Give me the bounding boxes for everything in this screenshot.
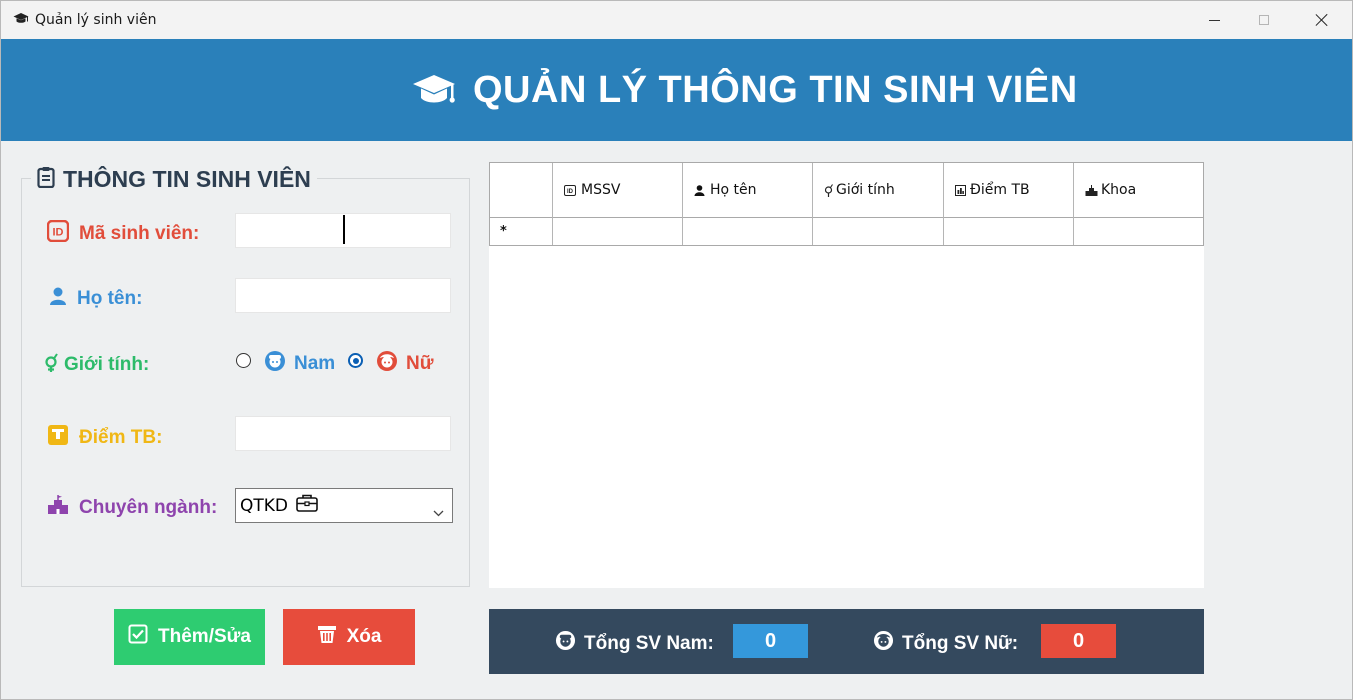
- id-card-icon: ID: [46, 219, 70, 248]
- student-table[interactable]: ID MSSV Họ tên Giới tính Điểm TB Khoa *: [489, 162, 1204, 588]
- chart-icon: [955, 184, 966, 196]
- male-count-badge: 0: [733, 624, 808, 658]
- school-building-icon: [1085, 184, 1098, 196]
- female-count-badge: 0: [1041, 624, 1116, 658]
- table-cell[interactable]: [1074, 217, 1203, 245]
- gender-male-radio[interactable]: [236, 353, 251, 368]
- minimize-button[interactable]: [1191, 1, 1237, 39]
- text-caret: [343, 215, 345, 244]
- major-label: Chuyên ngành:: [47, 495, 217, 521]
- app-window: Quản lý sinh viên QUẢN LÝ THÔNG TIN SINH…: [0, 0, 1353, 700]
- school-building-icon: [47, 495, 69, 521]
- gender-icon: [44, 352, 58, 378]
- maximize-button[interactable]: [1241, 1, 1287, 39]
- gender-icon: [824, 183, 833, 197]
- graduation-cap-icon: [13, 12, 29, 29]
- delete-button[interactable]: Xóa: [283, 609, 415, 665]
- chevron-down-icon: [433, 501, 444, 522]
- id-card-icon: ID: [564, 184, 576, 196]
- row-header-corner: [490, 163, 553, 217]
- graduation-cap-icon: [411, 73, 457, 114]
- gpa-input[interactable]: [235, 416, 451, 451]
- minimize-icon: [1208, 19, 1220, 21]
- table-cell[interactable]: [683, 217, 813, 245]
- clipboard-icon: [37, 166, 55, 193]
- table-cell[interactable]: [813, 217, 944, 245]
- female-icon: [873, 630, 894, 657]
- major-select[interactable]: QTKD: [235, 488, 453, 523]
- maximize-icon: [1259, 15, 1269, 25]
- page-title: QUẢN LÝ THÔNG TIN SINH VIÊN: [473, 69, 1078, 111]
- user-icon: [694, 184, 705, 196]
- major-select-value: QTKD: [240, 495, 289, 516]
- close-button[interactable]: [1299, 1, 1345, 39]
- table-cell[interactable]: [553, 217, 683, 245]
- gender-label: Giới tính:: [44, 352, 149, 378]
- table-new-row[interactable]: *: [489, 217, 1204, 246]
- column-header-faculty[interactable]: Khoa: [1074, 163, 1203, 217]
- user-icon: [49, 287, 67, 311]
- gender-female-radio[interactable]: [348, 353, 363, 368]
- male-total-label: Tổng SV Nam:: [555, 630, 714, 657]
- table-cell[interactable]: [944, 217, 1074, 245]
- gender-male-option[interactable]: Nam: [264, 350, 335, 378]
- svg-text:ID: ID: [567, 189, 574, 195]
- close-icon: [1315, 13, 1329, 27]
- save-button[interactable]: Thêm/Sửa: [114, 609, 265, 665]
- female-total-label: Tổng SV Nữ:: [873, 630, 1018, 657]
- briefcase-icon: [296, 494, 318, 517]
- table-header: ID MSSV Họ tên Giới tính Điểm TB Khoa: [489, 162, 1204, 218]
- stats-bar: Tổng SV Nam: 0 Tổng SV Nữ: 0: [489, 609, 1204, 674]
- student-id-label: ID Mã sinh viên:: [46, 219, 199, 248]
- male-icon: [555, 630, 576, 657]
- column-header-mssv[interactable]: ID MSSV: [553, 163, 683, 217]
- column-header-gpa[interactable]: Điểm TB: [944, 163, 1074, 217]
- group-title: THÔNG TIN SINH VIÊN: [31, 164, 317, 194]
- gpa-label: Điểm TB:: [47, 424, 162, 452]
- grade-icon: [47, 424, 69, 452]
- name-label: Họ tên:: [49, 287, 142, 311]
- column-header-name[interactable]: Họ tên: [683, 163, 813, 217]
- name-input[interactable]: [235, 278, 451, 313]
- column-header-gender[interactable]: Giới tính: [813, 163, 944, 217]
- checkbox-icon: [128, 624, 148, 650]
- svg-text:ID: ID: [53, 227, 64, 239]
- window-title: Quản lý sinh viên: [35, 12, 157, 28]
- row-header[interactable]: *: [490, 217, 553, 245]
- trash-icon: [317, 624, 337, 650]
- male-icon: [264, 350, 286, 378]
- title-bar: Quản lý sinh viên: [1, 1, 1352, 39]
- gender-female-option[interactable]: Nữ: [376, 350, 433, 378]
- female-icon: [376, 350, 398, 378]
- group-title-label: THÔNG TIN SINH VIÊN: [63, 165, 311, 192]
